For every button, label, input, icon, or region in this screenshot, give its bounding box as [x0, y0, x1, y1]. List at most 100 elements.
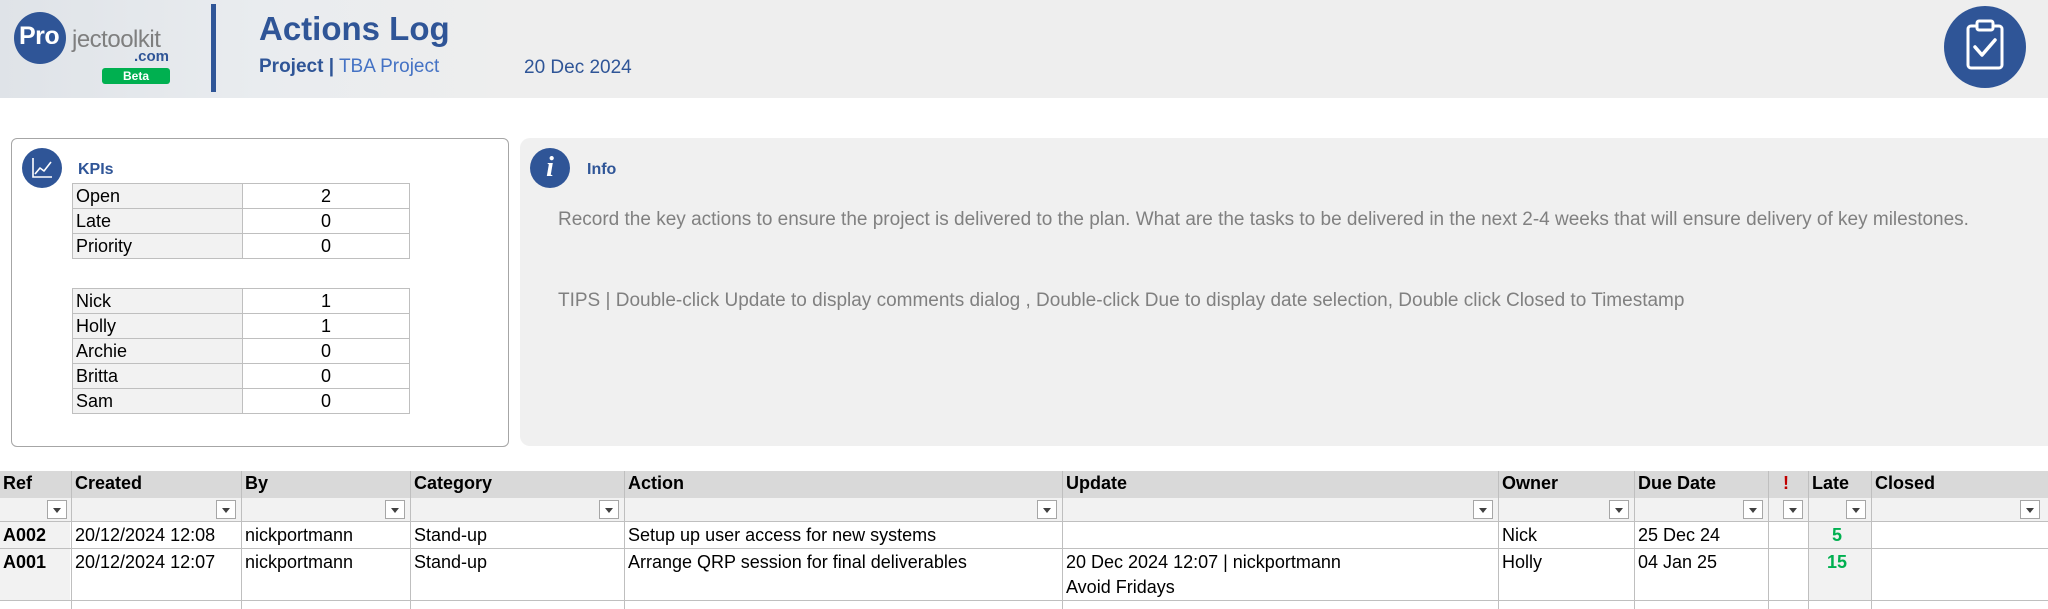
cell-owner[interactable]: Holly [1502, 550, 1542, 574]
col-divider [71, 471, 72, 609]
kpi-value: 1 [242, 313, 410, 339]
kpi-row-holly: Holly 1 [72, 313, 410, 339]
cell-category[interactable]: Stand-up [414, 550, 487, 574]
info-tips: TIPS | Double-click Update to display co… [558, 290, 1685, 311]
header-banner: Pro jectoolkit .com Beta Actions Log Pro… [0, 0, 2048, 98]
col-divider [624, 471, 625, 609]
table-bottom-border [0, 600, 2048, 601]
kpi-row-open: Open 2 [72, 183, 410, 209]
cell-ref[interactable]: A001 [3, 550, 46, 574]
project-name[interactable]: TBA Project [339, 56, 439, 77]
table-header-row [0, 471, 2048, 498]
kpi-label: Archie [72, 338, 243, 364]
kpi-panel: KPIs Open 2 Late 0 Priority 0 Nick 1 Hol… [11, 138, 509, 447]
column-header-created[interactable]: Created [75, 473, 142, 494]
line-chart-icon [22, 148, 62, 188]
info-icon: i [530, 148, 570, 188]
kpi-value: 0 [242, 363, 410, 389]
kpi-label: Open [72, 183, 243, 209]
column-header-category[interactable]: Category [414, 473, 492, 494]
col-divider [1498, 471, 1499, 609]
kpi-value: 0 [242, 388, 410, 414]
col-divider [1808, 471, 1809, 609]
project-label: Project | [259, 56, 335, 77]
filter-dropdown-created[interactable] [216, 500, 236, 519]
cell-update-comment[interactable]: Avoid Fridays [1066, 575, 1175, 599]
filter-dropdown-by[interactable] [385, 500, 405, 519]
filter-dropdown-priority[interactable] [1783, 500, 1803, 519]
cell-due-date[interactable]: 04 Jan 25 [1638, 550, 1717, 574]
kpi-owner-table: Nick 1 Holly 1 Archie 0 Britta 0 Sam 0 [72, 288, 410, 414]
clipboard-check-icon[interactable] [1944, 6, 2026, 88]
kpi-label: Holly [72, 313, 243, 339]
column-header-ref[interactable]: Ref [3, 473, 32, 494]
col-divider [241, 471, 242, 609]
cell-created[interactable]: 20/12/2024 12:07 [75, 550, 215, 574]
kpi-value: 0 [242, 233, 410, 259]
cell-ref[interactable]: A002 [3, 523, 46, 547]
col-divider [1871, 471, 1872, 609]
column-header-late[interactable]: Late [1812, 473, 1849, 494]
cell-update[interactable]: 20 Dec 2024 12:07 | nickportmann [1066, 550, 1341, 574]
info-description: Record the key actions to ensure the pro… [558, 209, 1969, 230]
cell-category[interactable]: Stand-up [414, 523, 487, 547]
cell-by[interactable]: nickportmann [245, 523, 353, 547]
kpi-row-britta: Britta 0 [72, 363, 410, 389]
cell-late: 15 [1827, 552, 1848, 572]
table-filter-row [0, 498, 2048, 521]
cell-by[interactable]: nickportmann [245, 550, 353, 574]
kpi-status-table: Open 2 Late 0 Priority 0 [72, 183, 410, 259]
col-divider [1768, 471, 1769, 609]
kpi-value: 1 [242, 288, 410, 314]
logo-pro-text: Pro [19, 22, 60, 50]
col-divider [1634, 471, 1635, 609]
filter-dropdown-owner[interactable] [1609, 500, 1629, 519]
kpi-label: Sam [72, 388, 243, 414]
column-header-owner[interactable]: Owner [1502, 473, 1558, 494]
col-divider [410, 471, 411, 609]
info-title: Info [587, 161, 617, 178]
filter-dropdown-late[interactable] [1846, 500, 1866, 519]
info-panel: i Info Record the key actions to ensure … [520, 138, 2048, 446]
kpi-title: KPIs [78, 161, 114, 178]
page-title: Actions Log [259, 10, 450, 47]
column-header-closed[interactable]: Closed [1875, 473, 1935, 494]
cell-owner[interactable]: Nick [1502, 523, 1537, 547]
filter-dropdown-closed[interactable] [2020, 500, 2040, 519]
kpi-value: 0 [242, 338, 410, 364]
filter-dropdown-due-date[interactable] [1743, 500, 1763, 519]
column-header-action[interactable]: Action [628, 473, 684, 494]
kpi-row-sam: Sam 0 [72, 388, 410, 414]
logo-domain-text: .com [134, 48, 170, 65]
project-line: Project | TBA Project [259, 56, 439, 78]
kpi-row-late: Late 0 [72, 208, 410, 234]
filter-dropdown-update[interactable] [1473, 500, 1493, 519]
kpi-value: 2 [242, 183, 410, 209]
col-divider [1062, 471, 1063, 609]
kpi-row-archie: Archie 0 [72, 338, 410, 364]
beta-badge: Beta [102, 68, 170, 84]
kpi-label: Priority [72, 233, 243, 259]
table-row[interactable] [0, 548, 2048, 549]
cell-late: 5 [1832, 525, 1843, 545]
cell-due-date[interactable]: 25 Dec 24 [1638, 523, 1720, 547]
table-row[interactable] [0, 521, 2048, 522]
kpi-value: 0 [242, 208, 410, 234]
column-header-priority[interactable]: ! [1783, 473, 1789, 494]
column-header-due-date[interactable]: Due Date [1638, 473, 1716, 494]
filter-dropdown-ref[interactable] [47, 500, 67, 519]
kpi-label: Late [72, 208, 243, 234]
column-header-update[interactable]: Update [1066, 473, 1127, 494]
kpi-row-nick: Nick 1 [72, 288, 410, 314]
kpi-label: Nick [72, 288, 243, 314]
header-divider [211, 4, 216, 92]
filter-dropdown-action[interactable] [1037, 500, 1057, 519]
cell-created[interactable]: 20/12/2024 12:08 [75, 523, 215, 547]
cell-action[interactable]: Arrange QRP session for final deliverabl… [628, 550, 967, 574]
filter-dropdown-category[interactable] [599, 500, 619, 519]
projectoolkit-logo[interactable]: Pro jectoolkit .com Beta [10, 8, 200, 88]
column-header-by[interactable]: By [245, 473, 268, 494]
cell-action[interactable]: Setup up user access for new systems [628, 523, 936, 547]
kpi-label: Britta [72, 363, 243, 389]
kpi-row-priority: Priority 0 [72, 233, 410, 259]
